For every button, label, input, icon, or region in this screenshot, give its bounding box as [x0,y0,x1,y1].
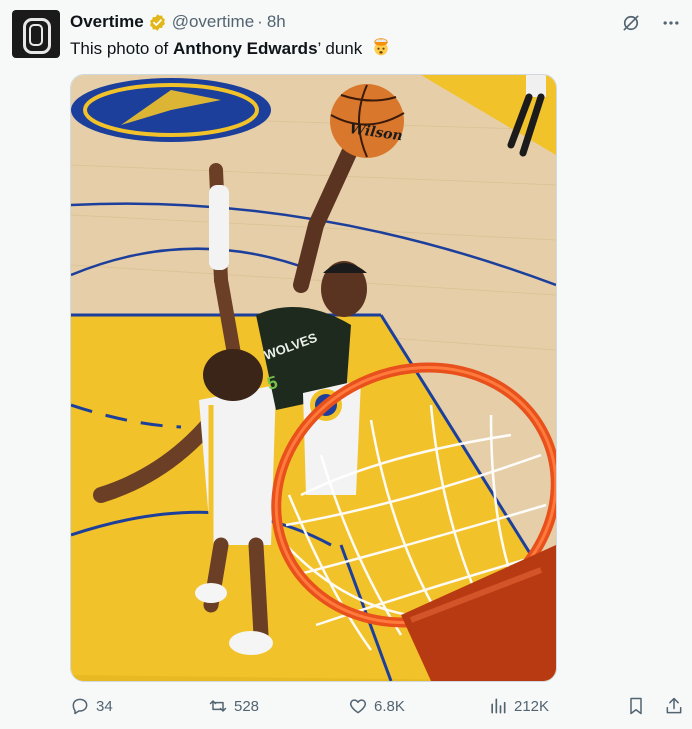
like-count: 6.8K [374,697,405,715]
separator-dot: · [257,12,263,31]
views-icon [491,698,506,714]
verified-badge-icon [149,13,165,31]
author-handle[interactable]: @overtime [172,12,254,32]
top-actions [620,12,682,34]
reply-icon [72,698,88,715]
author-name[interactable]: Overtime [70,12,144,32]
tweet-header: Overtime @overtime · 8h [70,11,286,33]
tweet-time[interactable]: 8h [267,12,286,32]
share-button[interactable] [664,696,684,716]
like-button[interactable]: 6.8K [348,696,405,716]
tweet-text: This photo of Anthony Edwards’ dunk [70,37,391,59]
views-button[interactable]: 212K [488,696,549,716]
tweet-photo[interactable]: WOLVES 5 Wilson [70,74,557,682]
bookmark-icon [630,697,642,715]
reply-count: 34 [96,697,113,715]
reply-button[interactable]: 34 [70,696,113,716]
avatar[interactable] [12,10,60,58]
more-icon[interactable] [660,12,682,34]
exploding-head-emoji-icon [374,38,388,56]
repost-count: 528 [234,697,260,715]
mention-bold: Anthony Edwards [173,39,318,58]
share-icon [666,697,682,714]
like-icon [349,699,367,714]
grok-icon[interactable] [620,12,642,34]
dunk-photo-illustration: WOLVES 5 Wilson [71,75,556,681]
views-count: 212K [514,697,550,715]
repost-icon [209,700,227,712]
repost-button[interactable]: 528 [208,696,259,716]
bookmark-button[interactable] [626,696,646,716]
tweet-actions: 34 528 6.8K 212K [70,696,685,722]
